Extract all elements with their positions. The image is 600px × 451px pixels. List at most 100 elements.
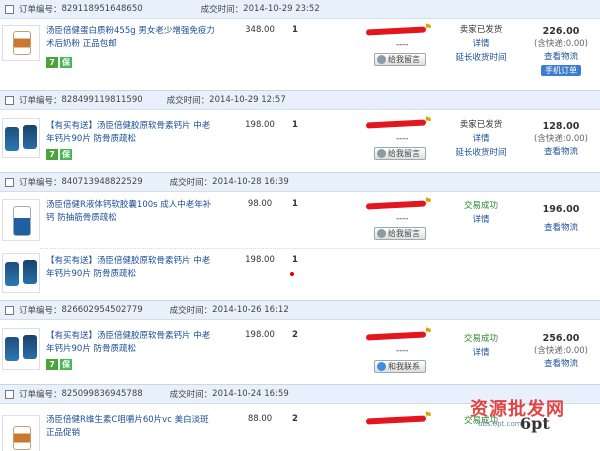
buyer-dashes: ---- <box>396 214 409 224</box>
order-number: 829118951648650 <box>61 4 143 14</box>
redacted-name <box>365 26 427 36</box>
product-row: 【有买有送】汤臣倍健胶原软骨素钙片 中老年钙片90片 防骨质疏松 7 保 198… <box>0 116 600 172</box>
product-thumbnail[interactable] <box>2 25 40 61</box>
extend-receipt-link[interactable]: 延长收货时间 <box>446 51 516 65</box>
order-number: 840713948822529 <box>61 177 143 187</box>
order-checkbox[interactable] <box>5 177 14 187</box>
order-checkbox[interactable] <box>5 389 14 399</box>
service-badges: 7 保 <box>46 359 72 370</box>
flag-icon[interactable]: ⚑ <box>424 411 432 421</box>
order-header: 订单编号： 829118951648650 成交时间： 2014-10-29 2… <box>0 0 600 19</box>
total-column: 226.00 (含快递:0.00) 查看物流 手机订单 <box>526 25 596 78</box>
product-thumbnail[interactable] <box>2 118 40 158</box>
product-thumbnail[interactable] <box>2 415 40 451</box>
product-title[interactable]: 【有买有送】汤臣倍健胶原软骨素钙片 中老年钙片90片 防骨质疏松 <box>46 330 218 356</box>
leave-message-button[interactable]: 给我留言 <box>374 147 426 160</box>
product-thumbnail[interactable] <box>2 328 40 370</box>
order-number: 825099836945788 <box>61 389 143 399</box>
shipping-fee: (含快递:0.00) <box>534 134 588 144</box>
status-column: 卖家已发货 详情 延长收货时间 <box>446 118 516 160</box>
site-logo: 6pt <box>520 414 550 433</box>
view-logistics-link[interactable]: 查看物流 <box>526 222 596 235</box>
unit-price: 88.00 <box>247 414 273 424</box>
unit-price: 98.00 <box>247 199 273 209</box>
unit-price: 348.00 <box>245 25 275 35</box>
view-logistics-link[interactable]: 查看物流 <box>526 51 596 64</box>
order-no-label: 订单编号： <box>19 306 62 316</box>
order-header: 订单编号： 828499119811590 成交时间： 2014-10-29 1… <box>0 91 600 110</box>
deal-time: 2014-10-24 16:59 <box>212 389 289 399</box>
order-total: 226.00 <box>542 26 580 37</box>
order-block: 订单编号： 829118951648650 成交时间： 2014-10-29 2… <box>0 0 600 87</box>
extend-receipt-link[interactable]: 延长收货时间 <box>446 146 516 160</box>
status-column: 交易成功 详情 <box>446 332 516 360</box>
product-title[interactable]: 汤臣倍健R液体钙软胶囊100s 成人中老年补钙 防抽筋骨质疏松 <box>46 199 218 225</box>
leave-message-button[interactable]: 给我留言 <box>374 53 426 66</box>
total-column: 196.00 查看物流 <box>526 203 596 235</box>
order-no-label: 订单编号： <box>19 5 62 15</box>
flag-icon[interactable]: ⚑ <box>424 23 432 33</box>
order-status: 交易成功 <box>463 201 498 211</box>
details-link[interactable]: 详情 <box>446 346 516 360</box>
quantity: 1 <box>292 25 298 35</box>
service-badges: 7 保 <box>46 149 72 160</box>
order-number: 828499119811590 <box>61 95 143 105</box>
order-status: 交易成功 <box>463 334 498 344</box>
product-divider <box>40 248 600 249</box>
seven-day-return-icon: 7 <box>46 149 58 160</box>
product-title[interactable]: 汤臣倍健蛋白质粉455g 男女老少增强免疫力 术后奶粉 正品包邮 <box>46 25 218 51</box>
order-header: 订单编号： 840713948822529 成交时间： 2014-10-28 1… <box>0 173 600 192</box>
product-row: 汤臣倍健蛋白质粉455g 男女老少增强免疫力 术后奶粉 正品包邮 7 保 348… <box>0 23 600 85</box>
product-title[interactable]: 【有买有送】汤臣倍健胶原软骨素钙片 中老年钙片90片 防骨质疏松 <box>46 255 218 281</box>
message-icon <box>377 229 386 238</box>
deal-time: 2014-10-26 16:12 <box>212 305 289 315</box>
buyer-column: ⚑ ---- 给我留言 <box>362 116 438 172</box>
quantity: 1 <box>292 255 298 265</box>
contact-me-label: 和我联系 <box>388 362 420 371</box>
deal-time-label: 成交时间： <box>169 178 213 188</box>
quantity: 1 <box>292 199 298 209</box>
order-checkbox[interactable] <box>5 305 14 315</box>
guarantee-icon: 保 <box>60 57 72 68</box>
product-thumbnail[interactable] <box>2 199 40 241</box>
status-column: 交易成功 详情 <box>446 199 516 227</box>
order-checkbox[interactable] <box>5 95 14 105</box>
buyer-column: ⚑ ---- 和我联系 <box>362 326 438 382</box>
flag-icon[interactable]: ⚑ <box>424 327 432 337</box>
product-thumbnail[interactable] <box>2 253 40 293</box>
redacted-name <box>365 331 427 341</box>
product-title[interactable]: 汤臣倍健R维生素C咀嚼片60片vc 美白淡斑 正品促销 <box>46 414 218 440</box>
order-no-label: 订单编号： <box>19 178 62 188</box>
product-row: 汤臣倍健R液体钙软胶囊100s 成人中老年补钙 防抽筋骨质疏松 98.00 1 … <box>0 197 600 245</box>
view-logistics-link[interactable]: 查看物流 <box>526 358 596 371</box>
deal-time: 2014-10-29 23:52 <box>243 4 320 14</box>
details-link[interactable]: 详情 <box>446 132 516 146</box>
deal-time: 2014-10-28 16:39 <box>212 177 289 187</box>
product-row: 【有买有送】汤臣倍健胶原软骨素钙片 中老年钙片90片 防骨质疏松 198.00 … <box>0 251 600 299</box>
flag-icon[interactable]: ⚑ <box>424 197 432 207</box>
redacted-name <box>365 200 427 210</box>
order-status: 卖家已发货 <box>459 120 503 130</box>
product-title[interactable]: 【有买有送】汤臣倍健胶原软骨素钙片 中老年钙片90片 防骨质疏松 <box>46 120 218 146</box>
quantity: 2 <box>292 330 298 340</box>
details-link[interactable]: 详情 <box>446 37 516 51</box>
unit-price: 198.00 <box>245 120 275 130</box>
order-header: 订单编号： 826602954502779 成交时间： 2014-10-26 1… <box>0 301 600 320</box>
flag-icon[interactable]: ⚑ <box>424 116 432 126</box>
order-number: 826602954502779 <box>61 305 143 315</box>
leave-message-button[interactable]: 给我留言 <box>374 227 426 240</box>
deal-time-label: 成交时间： <box>169 306 213 316</box>
deal-time-label: 成交时间： <box>200 5 244 15</box>
details-link[interactable]: 详情 <box>446 213 516 227</box>
view-logistics-link[interactable]: 查看物流 <box>526 146 596 159</box>
seven-day-return-icon: 7 <box>46 359 58 370</box>
contact-me-button[interactable]: 和我联系 <box>374 360 426 373</box>
order-total: 196.00 <box>542 204 580 215</box>
quantity: 2 <box>292 414 298 424</box>
buyer-dashes: ---- <box>396 40 409 50</box>
leave-message-label: 给我留言 <box>388 149 420 158</box>
order-checkbox[interactable] <box>5 4 14 14</box>
redacted-name <box>365 415 427 425</box>
buyer-column: ⚑ ---- 给我留言 <box>362 23 438 83</box>
shipping-fee: (含快递:0.00) <box>534 346 588 356</box>
